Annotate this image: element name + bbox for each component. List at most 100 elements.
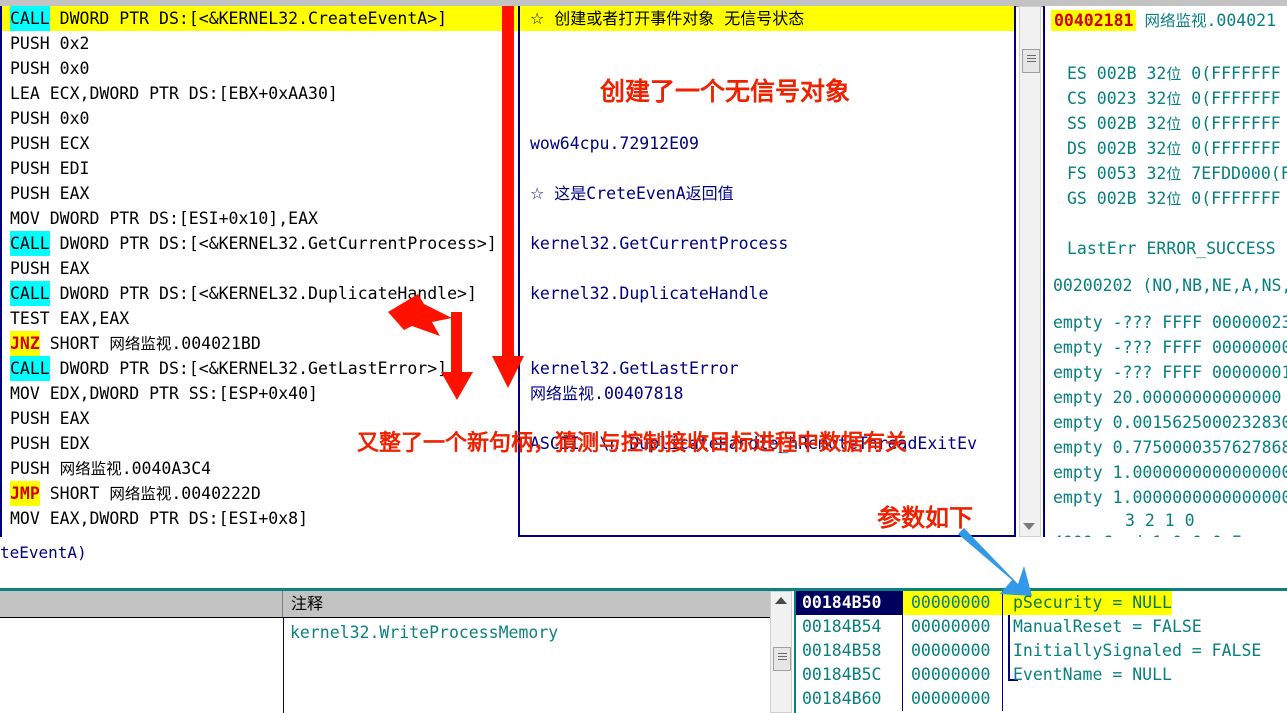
disassembly-line[interactable]: TEST EAX,EAX [2,306,518,331]
disassembly-line[interactable]: PUSH 0x0 [2,106,518,131]
stack-value: 00000000 [902,591,1002,615]
disassembly-line[interactable]: PUSH EAX [2,256,518,281]
instruction-mnemonic: CALL [10,6,50,31]
fpu-register-row[interactable]: empty -??? FFFF 00000001 [1045,360,1287,385]
stack-pane[interactable]: 00184B50 00000000 pSecurity = NULL 00184B54… [794,591,1287,713]
eip-value: 00402181 [1051,10,1137,31]
annotation-new-handle: 又整了一个新句柄，猜测与控制接收目标进程中数据有关 [357,431,908,456]
instruction-operands: MOV EDX,DWORD PTR SS:[ESP+0x40] [10,384,318,403]
stack-row[interactable]: 00184B50 00000000 pSecurity = NULL [796,591,1287,615]
disassembly-line[interactable]: CALL DWORD PTR DS:[<&KERNEL32.GetCurrent… [2,231,518,256]
stack-address: 00184B54 [802,617,882,636]
dump-pane[interactable]: 注释 kernel32.WriteProcessMemory [0,591,786,713]
stack-row[interactable]: 00184B60 00000000 [796,687,1287,711]
segment-register-row[interactable]: FS 0053 32位 7EFDD000(F [1045,161,1287,186]
registers-pane[interactable]: 00402181 网络监视.004021 ES 002B 32位 0(FFFFFFF… [1043,6,1287,537]
blue-arrow-to-stack [958,528,1032,596]
instruction-mnemonic: CALL [10,231,50,256]
last-error-text: LastErr ERROR_SUCCESS ( [1067,239,1287,258]
comment-line[interactable] [520,256,1014,281]
disassembly-pane[interactable]: CALL DWORD PTR DS:[<&KERNEL32.CreateEven… [0,6,518,537]
stack-row[interactable]: 00184B54 00000000 ManualReset = FALSE [796,615,1287,639]
disassembly-line[interactable]: MOV EDX,DWORD PTR SS:[ESP+0x40] [2,381,518,406]
fpu-register-row[interactable]: empty 0.7750000357627868 [1045,435,1287,460]
segment-register-text: DS 002B 32位 0(FFFFFFF [1067,139,1281,158]
disassembly-line[interactable]: CALL DWORD PTR DS:[<&KERNEL32.DuplicateH… [2,281,518,306]
comment-line[interactable]: 网络监视.00407818 [520,381,1014,406]
disassembly-line[interactable]: PUSH EAX [2,181,518,206]
disassembly-line[interactable]: MOV EAX,DWORD PTR DS:[ESI+0x8] [2,506,518,531]
segment-register-row[interactable]: SS 002B 32位 0(FFFFFFF [1045,111,1287,136]
last-error-row[interactable]: LastErr ERROR_SUCCESS ( [1045,236,1287,261]
scroll-up-arrow-icon[interactable] [775,597,787,604]
comment-line[interactable]: ☆ 这是CreteEvenA返回值 [520,181,1014,206]
comment-line[interactable] [520,456,1014,481]
fpu-register-row[interactable]: empty 20.00000000000000 [1045,385,1287,410]
scrollbar-thumb[interactable] [773,647,791,671]
comment-line[interactable] [520,306,1014,331]
comment-line[interactable]: kernel32.DuplicateHandle [520,281,1014,306]
stack-row[interactable]: 00184B58 00000000 InitiallySignaled = FALS… [796,639,1287,663]
disassembly-line[interactable]: LEA ECX,DWORD PTR DS:[EBX+0xAA30] [2,81,518,106]
comment-line[interactable] [520,106,1014,131]
annotation-params-below: 参数如下 [877,504,973,532]
disassembly-line[interactable]: PUSH 0x0 [2,56,518,81]
comment-line[interactable] [520,156,1014,181]
fpu-status-row[interactable]: 4000 Cond 1 0 0 0 Err [1045,532,1287,537]
disassembly-line[interactable]: JNZ SHORT 网络监视.004021BD [2,331,518,356]
stack-address: 00184B5C [802,665,882,684]
stack-comment: EventName = NULL [1002,663,1172,687]
comment-line[interactable]: kernel32.GetCurrentProcess [520,231,1014,256]
stack-address: 00184B58 [802,641,882,660]
disassembly-line[interactable]: JMP SHORT 网络监视.0040222D [2,481,518,506]
instruction-operands: LEA ECX,DWORD PTR DS:[EBX+0xAA30] [10,84,338,103]
segment-register-row[interactable]: DS 002B 32位 0(FFFFFFF [1045,136,1287,161]
comment-line[interactable] [520,206,1014,231]
comment-line[interactable]: wow64cpu.72912E09 [520,131,1014,156]
dump-comment-header-label: 注释 [291,594,324,613]
dump-header-col-comment[interactable] [283,591,786,617]
stack-row[interactable]: 00184B5C 00000000 EventName = NULL [796,663,1287,687]
scrollbar-thumb[interactable] [1022,49,1040,73]
eflags-row[interactable]: 00200202 (NO,NB,NE,A,NS, [1045,273,1287,298]
scroll-down-arrow-icon[interactable] [1023,523,1035,530]
comment-line[interactable]: kernel32.GetLastError [520,356,1014,381]
fpu-register-row[interactable]: empty 0.0015625000232830 [1045,410,1287,435]
fpu-register-row[interactable]: empty -??? FFFF 00000023 [1045,310,1287,335]
instruction-operands: TEST EAX,EAX [10,309,130,328]
disassembly-line[interactable]: PUSH 网络监视.0040A3C4 [2,456,518,481]
stack-value: 00000000 [902,639,1002,663]
dump-header-col-left[interactable] [0,591,283,617]
eip-row[interactable]: 00402181 网络监视.004021 [1045,6,1287,36]
comment-line[interactable] [520,31,1014,56]
segment-register-row[interactable]: CS 0023 32位 0(FFFFFFF [1045,86,1287,111]
comment-pane-scrollbar[interactable] [1019,6,1041,537]
stack-value: 00000000 [902,687,1002,711]
comment-line[interactable]: ☆ 创建或者打开事件对象 无信号状态 [520,6,1014,31]
segment-register-row[interactable]: ES 002B 32位 0(FFFFFFF [1045,61,1287,86]
segment-register-text: CS 0023 32位 0(FFFFFFF [1067,89,1281,108]
stack-pane-scrollbar[interactable] [770,591,792,713]
disassembly-line[interactable]: PUSH EDI [2,156,518,181]
disassembly-line[interactable]: CALL DWORD PTR DS:[<&KERNEL32.GetLastErr… [2,356,518,381]
fpu-register-row[interactable]: empty 1.00000000000000000 [1045,485,1287,510]
disassembly-line[interactable]: MOV DWORD PTR DS:[ESI+0x10],EAX [2,206,518,231]
instruction-operands: PUSH 0x2 [10,34,90,53]
dump-body[interactable]: kernel32.WriteProcessMemory [0,618,786,713]
instruction-operands: PUSH 网络监视.0040A3C4 [10,459,212,478]
fpu-index-header: 3 2 1 0 [1125,511,1195,530]
segment-register-row[interactable]: GS 002B 32位 0(FFFFFFF [1045,186,1287,211]
disassembly-line[interactable]: PUSH ECX [2,131,518,156]
olly-debugger-window: CALL DWORD PTR DS:[<&KERNEL32.CreateEven… [0,0,1287,713]
fpu-register-row[interactable]: empty -??? FFFF 00000000 [1045,335,1287,360]
comment-line[interactable] [520,331,1014,356]
stack-comment: ManualReset = FALSE [1002,615,1202,639]
disassembly-line[interactable]: CALL DWORD PTR DS:[<&KERNEL32.CreateEven… [2,6,518,31]
fpu-register-row[interactable]: empty 1.00000000000000000 [1045,460,1287,485]
segment-register-text: SS 002B 32位 0(FFFFFFF [1067,114,1281,133]
instruction-operands: DWORD PTR DS:[<&KERNEL32.CreateEventA>] [49,9,448,28]
stack-comment: InitiallySignaled = FALSE [1002,639,1261,663]
disassembly-line[interactable]: PUSH 0x2 [2,31,518,56]
